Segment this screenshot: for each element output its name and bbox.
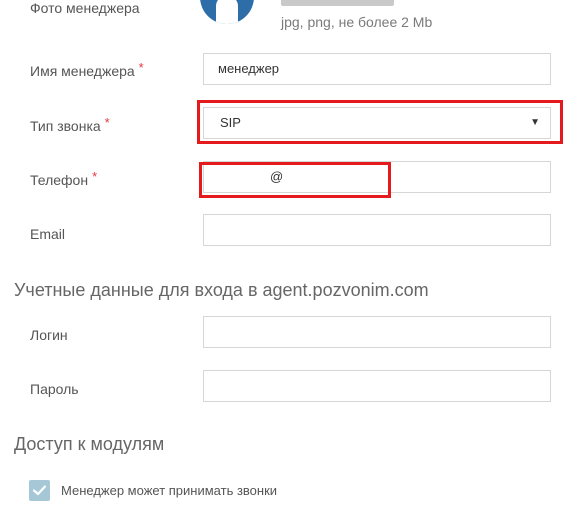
name-label: Имя менеджера * bbox=[30, 60, 144, 79]
phone-label-text: Телефон bbox=[30, 172, 89, 188]
receive-calls-label[interactable]: Менеджер может принимать звонки bbox=[61, 483, 277, 498]
upload-photo-button[interactable] bbox=[281, 0, 394, 6]
receive-calls-checkbox[interactable] bbox=[29, 480, 50, 501]
call-type-label: Тип звонка * bbox=[30, 115, 110, 134]
credentials-section-title: Учетные данные для входа в agent.pozvoni… bbox=[14, 280, 429, 300]
email-input[interactable] bbox=[203, 214, 551, 246]
login-input[interactable] bbox=[203, 316, 551, 348]
name-input[interactable]: менеджер bbox=[203, 53, 551, 85]
avatar-silhouette-icon bbox=[216, 0, 238, 24]
login-label: Логин bbox=[30, 327, 68, 343]
password-input[interactable] bbox=[203, 370, 551, 402]
checkmark-icon bbox=[32, 485, 47, 496]
required-mark: * bbox=[104, 115, 110, 130]
password-label: Пароль bbox=[30, 381, 79, 397]
required-mark: * bbox=[92, 169, 98, 184]
call-type-label-text: Тип звонка bbox=[30, 118, 101, 134]
avatar[interactable] bbox=[200, 0, 254, 24]
photo-label: Фото менеджера bbox=[30, 0, 140, 16]
modules-section-title: Доступ к модулям bbox=[14, 434, 165, 454]
required-mark: * bbox=[138, 60, 144, 75]
photo-hint: jpg, png, не более 2 Mb bbox=[281, 14, 433, 30]
highlight-box-phone bbox=[199, 162, 391, 198]
phone-label: Телефон * bbox=[30, 169, 98, 188]
highlight-box-call-type bbox=[197, 100, 563, 144]
email-label: Email bbox=[30, 226, 66, 242]
name-label-text: Имя менеджера bbox=[30, 63, 135, 79]
